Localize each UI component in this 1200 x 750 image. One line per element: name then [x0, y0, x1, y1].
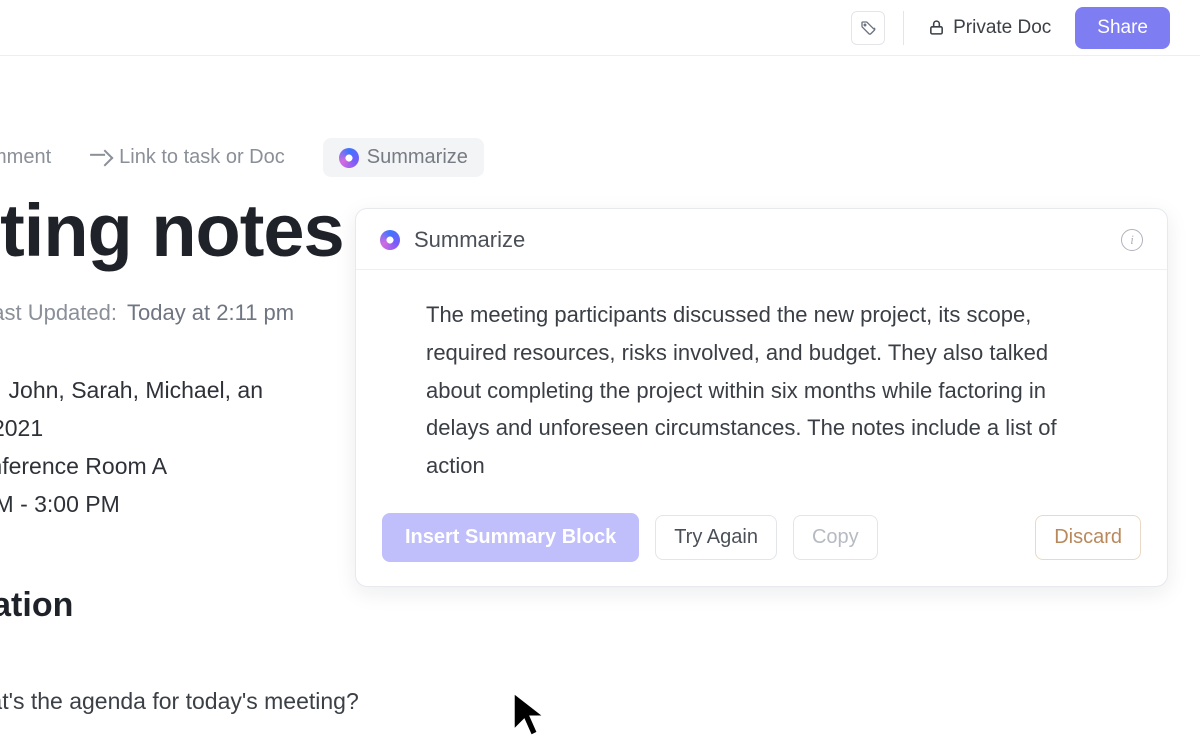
copy-button[interactable]: Copy [793, 515, 878, 560]
info-icon[interactable]: i [1121, 229, 1143, 251]
link-tool[interactable]: Link to task or Doc [89, 140, 295, 175]
popover-title: Summarize [414, 227, 525, 253]
comment-label: mment [0, 146, 51, 169]
try-again-button[interactable]: Try Again [655, 515, 777, 560]
last-updated-label: Last Updated: [0, 300, 117, 326]
privacy-label: Private Doc [953, 17, 1051, 39]
date-row: 15/2021 [0, 410, 263, 448]
link-icon [97, 149, 114, 166]
share-button[interactable]: Share [1075, 7, 1170, 49]
time-row: 0 PM - 3:00 PM [0, 486, 263, 524]
conversation-line: what's the agenda for today's meeting? [0, 688, 359, 715]
summarize-popover: Summarize i The meeting participants dis… [355, 208, 1168, 587]
privacy-indicator[interactable]: Private Doc [922, 13, 1057, 43]
context-toolbar: mment Link to task or Doc Summarize [0, 138, 484, 177]
insert-summary-button[interactable]: Insert Summary Block [382, 513, 639, 562]
tag-button[interactable] [851, 11, 885, 45]
tag-icon [860, 20, 876, 36]
doc-details: nts: John, Sarah, Michael, an 15/2021 Co… [0, 372, 263, 524]
popover-header: Summarize i [356, 209, 1167, 270]
popover-actions: Insert Summary Block Try Again Copy Disc… [356, 495, 1167, 586]
separator [903, 11, 904, 45]
summarize-tool[interactable]: Summarize [323, 138, 484, 177]
participants-row: nts: John, Sarah, Michael, an [0, 372, 263, 410]
summarize-label: Summarize [367, 146, 468, 169]
link-label: Link to task or Doc [119, 146, 285, 169]
ai-icon [339, 148, 359, 168]
participants-value: John, Sarah, Michael, an [2, 377, 263, 403]
popover-title-group: Summarize [380, 227, 525, 253]
location-row: Conference Room A [0, 448, 263, 486]
lock-icon [928, 19, 945, 36]
popover-body: The meeting participants discussed the n… [356, 270, 1167, 495]
comment-tool[interactable]: mment [0, 140, 61, 175]
page-title: eting notes [0, 188, 344, 273]
top-bar: Private Doc Share [0, 0, 1200, 56]
last-updated-value: Today at 2:11 pm [127, 300, 294, 326]
last-updated: Last Updated: Today at 2:11 pm [0, 300, 294, 326]
discard-button[interactable]: Discard [1035, 515, 1141, 560]
mouse-cursor [510, 688, 552, 742]
section-heading: rsation [0, 586, 73, 625]
ai-icon [380, 230, 400, 250]
